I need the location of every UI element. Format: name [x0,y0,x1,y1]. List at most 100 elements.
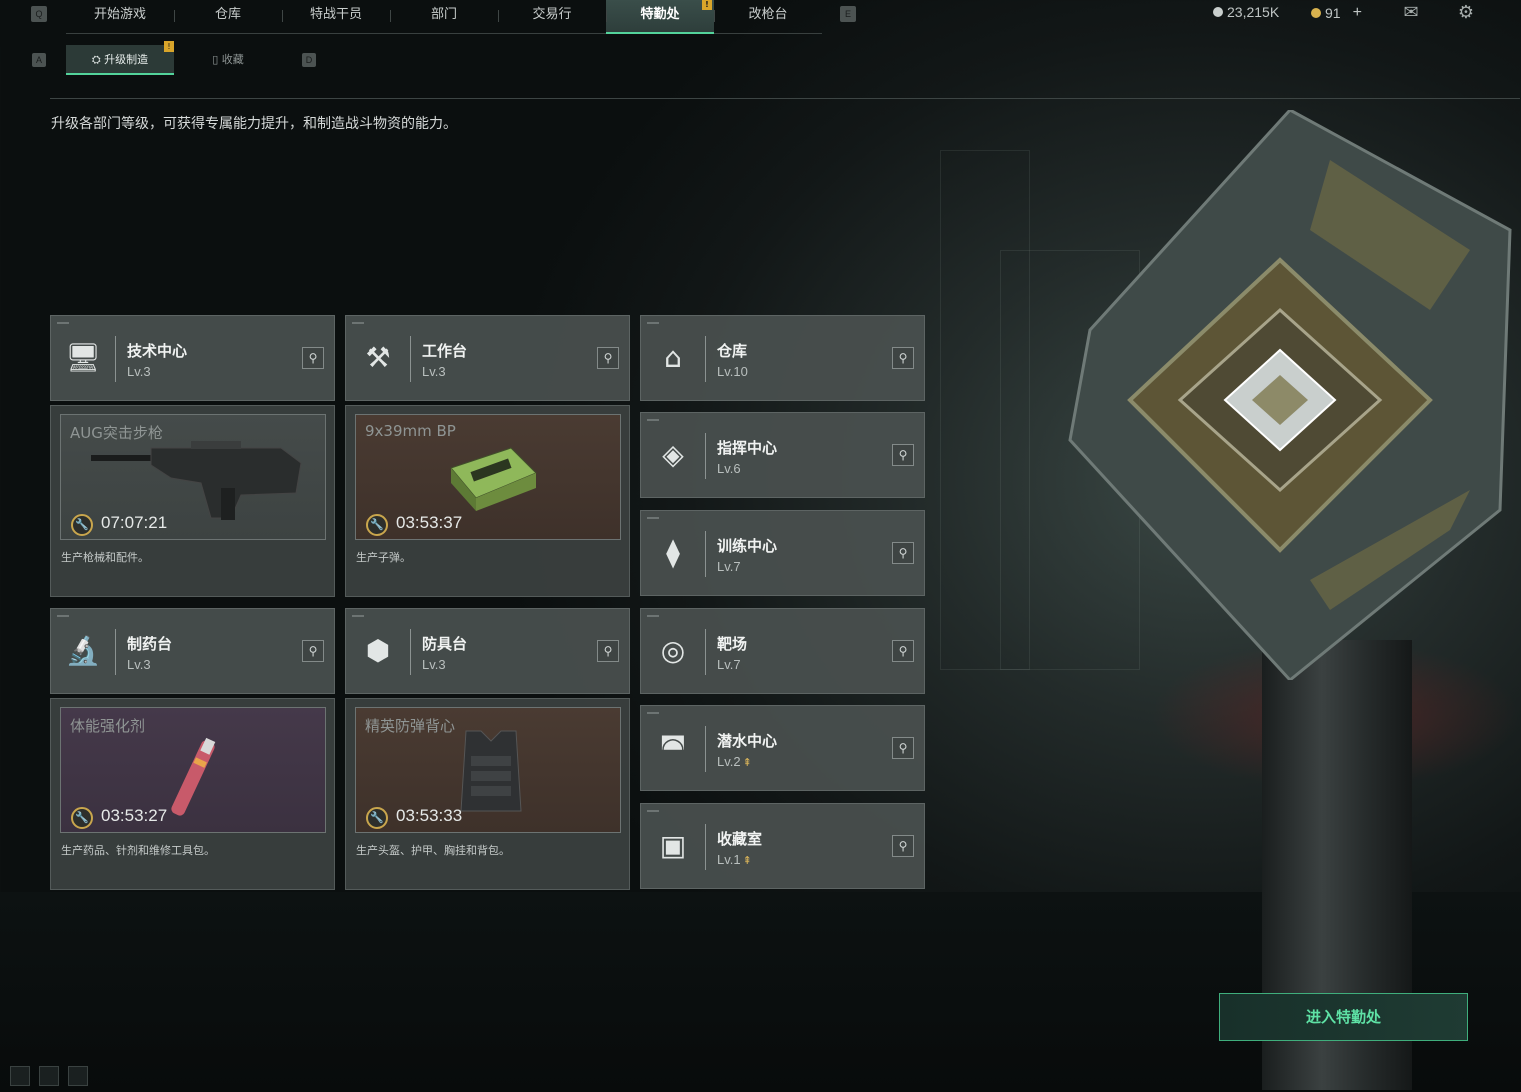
tab-warehouse[interactable]: 仓库 [174,0,282,34]
monitor-icon: 🖥 [65,341,101,374]
facility-diving-center[interactable]: ◚ 潜水中心 Lv.2 ⇞ ⚲ [640,705,925,791]
tab-label: 部门 [430,7,457,22]
divider [705,433,706,479]
product-slot[interactable]: 精英防弹背心 🔧 03:53:33 [355,707,621,833]
divider [410,629,411,675]
tab-label: 交易行 [532,7,572,22]
upgrade-arrow-icon: ⇞ [742,855,752,867]
facility-shooting-range[interactable]: ◎ 靶场 Lv.7 ⚲ [640,608,925,694]
search-icon[interactable]: ⚲ [892,640,914,662]
gold-currency: 91 + [1311,4,1362,22]
corner-mark [647,322,659,324]
command-icon: ◈ [662,438,684,471]
cubes-icon: ⬢ [365,634,391,667]
production-workbench[interactable]: 9x39mm BP 🔧 03:53:37 生产子弹。 [345,405,630,597]
next-tab-key[interactable]: E [840,6,856,22]
facility-level: Lv.7 [717,657,741,672]
facility-command-center[interactable]: ◈ 指挥中心 Lv.6 ⚲ [640,412,925,498]
subtab-label: 收藏 [221,53,244,66]
search-icon[interactable]: ⚲ [892,737,914,759]
production-caption: 生产药品、针剂和维修工具包。 [61,844,215,857]
facility-collection-room[interactable]: ▣ 收藏室 Lv.1 ⇞ ⚲ [640,803,925,889]
tab-operators[interactable]: 特战干员 [282,0,390,34]
search-icon[interactable]: ⚲ [892,347,914,369]
facility-name: 指挥中心 [717,439,778,457]
divider [410,336,411,382]
wrench-timer-icon: 🔧 [71,807,93,829]
search-icon[interactable]: ⚲ [597,347,619,369]
production-tech-center[interactable]: AUG突击步枪 🔧 07:07:21 生产枪械和配件。 [50,405,335,597]
divider [705,726,706,772]
wrench-timer-icon: 🔧 [71,514,93,536]
mail-icon[interactable]: ✉ [1400,3,1422,23]
facility-level: Lv.3 [127,657,151,672]
mini-slot-icon [10,1066,30,1086]
facility-armor-bench[interactable]: ⬢ 防具台 Lv.3 ⚲ [345,608,630,694]
prev-tab-key[interactable]: Q [31,6,47,22]
alert-badge: ! [164,41,174,52]
tab-trading[interactable]: 交易行 [498,0,606,34]
divider [115,336,116,382]
add-currency-button[interactable]: + [1353,4,1362,22]
production-timer: 03:53:33 [396,806,463,825]
special-ops-cube [1068,110,1512,680]
corner-mark [352,322,364,324]
facility-workbench[interactable]: ⚒ 工作台 Lv.3 ⚲ [345,315,630,401]
rifle-image [91,441,302,520]
scaffold-frame [1000,250,1140,670]
facility-name: 收藏室 [717,830,763,848]
corner-mark [647,517,659,519]
product-name: 精英防弹背心 [365,717,456,735]
production-caption: 生产枪械和配件。 [61,551,149,564]
level-text: Lv.2 [717,754,741,769]
search-icon[interactable]: ⚲ [892,542,914,564]
search-icon[interactable]: ⚲ [892,444,914,466]
product-slot[interactable]: 9x39mm BP 🔧 03:53:37 [355,414,621,540]
wrench-timer-icon: 🔧 [366,514,388,536]
facility-tech-center[interactable]: 🖥 技术中心 Lv.3 ⚲ [50,315,335,401]
production-pharmacy[interactable]: 体能强化剂 🔧 03:53:27 生产药品、针剂和维修工具包。 [50,698,335,890]
tab-label: 改枪台 [748,7,788,22]
dumbbell-icon: ⧫ [666,536,680,569]
facility-pharmacy[interactable]: 🔬 制药台 Lv.3 ⚲ [50,608,335,694]
silver-currency: 23,215K [1213,4,1279,20]
divider [705,824,706,870]
wrench-timer-icon: 🔧 [366,807,388,829]
facility-warehouse[interactable]: ⌂ 仓库 Lv.10 ⚲ [640,315,925,401]
tab-departments[interactable]: 部门 [390,0,498,34]
level-text: Lv.1 [717,852,741,867]
top-navigation: Q 开始游戏 仓库 特战干员 部门 交易行 特勤处! 改枪台 E 23,215K… [0,0,1521,34]
settings-gear-icon[interactable]: ⚙ [1455,3,1477,23]
main-tabs: 开始游戏 仓库 特战干员 部门 交易行 特勤处! 改枪台 [66,0,822,34]
prev-subtab-key[interactable]: A [32,53,46,67]
scaffold-frame [940,150,1030,670]
facility-level: Lv.3 [422,364,446,379]
facility-level: Lv.1 ⇞ [717,852,752,867]
subtab-collection[interactable]: ▯ 收藏 [174,45,282,75]
facility-level: Lv.6 [717,461,741,476]
search-icon[interactable]: ⚲ [302,347,324,369]
enter-special-ops-button[interactable]: 进入特勤处 [1219,993,1468,1041]
facility-name: 制药台 [127,635,173,653]
search-icon[interactable]: ⚲ [302,640,324,662]
product-name: 体能强化剂 [70,717,146,735]
corner-mark [647,615,659,617]
subtab-upgrade-craft[interactable]: ⛭ 升级制造 ! [66,41,174,75]
facility-level: Lv.10 [717,364,748,379]
facility-name: 仓库 [717,342,748,360]
next-subtab-key[interactable]: D [302,53,316,67]
production-armor-bench[interactable]: 精英防弹背心 🔧 03:53:33 生产头盔、护甲、胸挂和背包。 [345,698,630,890]
product-slot[interactable]: AUG突击步枪 🔧 07:07:21 [60,414,326,540]
tab-start-game[interactable]: 开始游戏 [66,0,174,34]
search-icon[interactable]: ⚲ [892,835,914,857]
facility-name: 技术中心 [127,342,188,360]
target-icon: ◎ [660,634,686,667]
injector-image [171,737,216,816]
tab-gunsmith[interactable]: 改枪台 [714,0,822,34]
search-icon[interactable]: ⚲ [597,640,619,662]
tab-special-ops[interactable]: 特勤处! [606,0,714,34]
diving-mask-icon: ◚ [659,731,687,764]
product-name: 9x39mm BP [365,422,456,440]
product-slot[interactable]: 体能强化剂 🔧 03:53:27 [60,707,326,833]
facility-training-center[interactable]: ⧫ 训练中心 Lv.7 ⚲ [640,510,925,596]
